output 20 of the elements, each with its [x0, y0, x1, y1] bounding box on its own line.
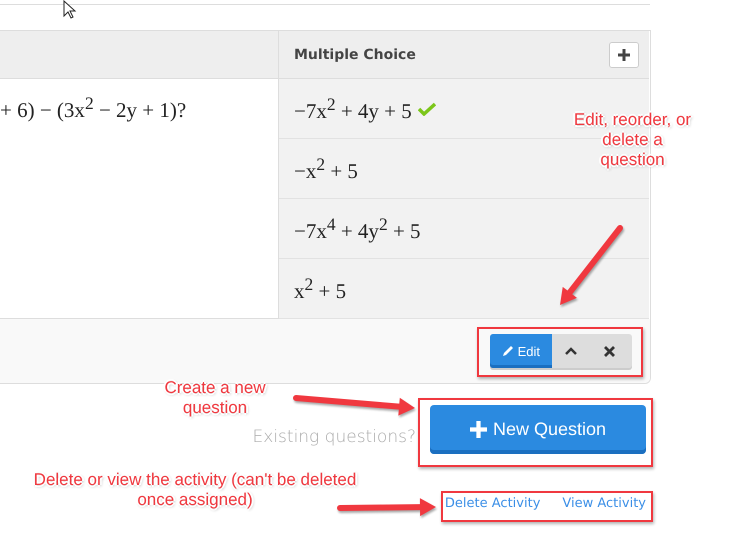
- close-icon: [604, 346, 614, 356]
- existing-questions-prompt: Existing questions?: [252, 426, 416, 446]
- plus-icon: [470, 421, 487, 438]
- answer-choice: −7x$^{2}$ + 4y + 5: [294, 94, 412, 124]
- new-question-button[interactable]: New Question: [430, 405, 646, 454]
- answer-choice: x$^{2}$ + 5: [294, 274, 346, 304]
- question-text: + 6) − (3x$^{2}$ − 2y + 1)?: [0, 98, 186, 122]
- annotation-text: Delete or view the activity (can't be deleted once assigned): [32, 470, 358, 510]
- add-answer-button[interactable]: [609, 42, 639, 68]
- activity-link[interactable]: Delete Activity: [444, 496, 540, 511]
- chevron-up-icon: [565, 347, 577, 355]
- plus-icon: [618, 48, 630, 60]
- pencil-icon: [502, 345, 514, 357]
- answer-choice: −7x$^{4}$ + 4y$^{2}$ + 5: [294, 214, 421, 244]
- annotation-text: Edit, reorder, or delete a question: [572, 110, 692, 170]
- column-header: Multiple Choice: [294, 46, 416, 62]
- edit-button[interactable]: Edit: [490, 334, 552, 368]
- activity-link[interactable]: View Activity: [562, 496, 646, 511]
- answer-choice: −x$^{2}$ + 5: [294, 154, 358, 184]
- annotation-text: Create a new question: [163, 378, 267, 418]
